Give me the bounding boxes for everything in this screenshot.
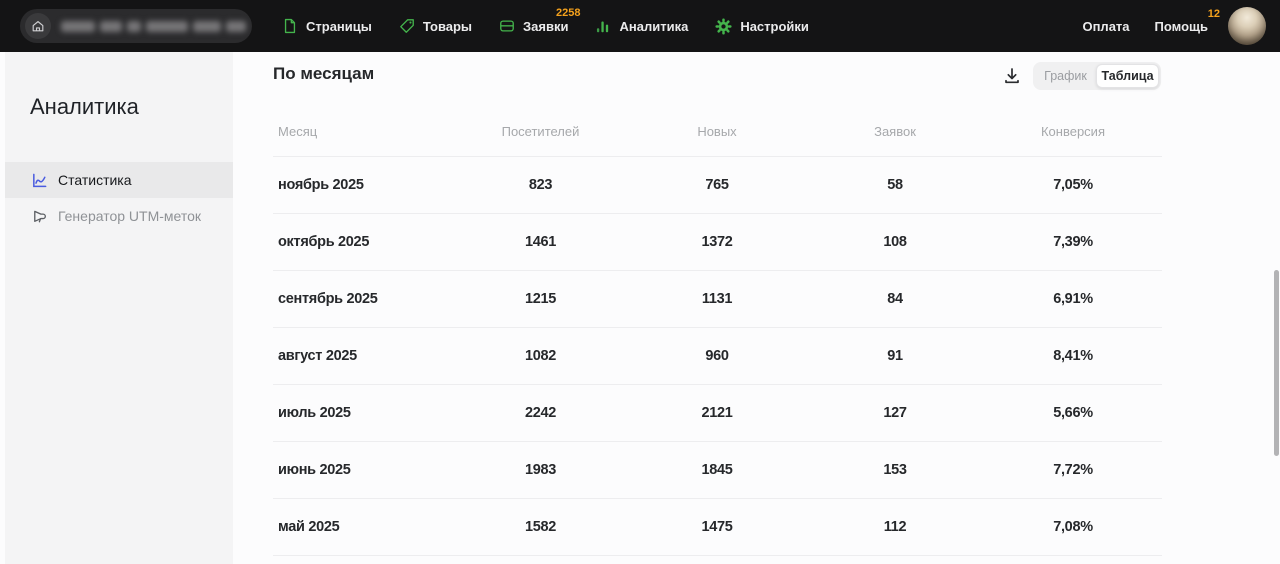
table-row: октябрь 2025 1461 1372 108 7,39% <box>273 213 1162 270</box>
table-row: июль 2025 2242 2121 127 5,66% <box>273 384 1162 441</box>
cell-month: июль 2025 <box>273 405 453 421</box>
toggle-option-graph[interactable]: График <box>1035 65 1096 87</box>
nav-label: Заявки <box>523 19 568 34</box>
cell-new: 765 <box>628 177 806 193</box>
sidebar-title: Аналитика <box>30 94 139 120</box>
nav-item-leads[interactable]: Заявки 2258 <box>499 18 568 34</box>
column-header-month: Месяц <box>273 124 453 139</box>
cell-leads: 84 <box>806 291 984 307</box>
cell-month: октябрь 2025 <box>273 234 453 250</box>
table-row: сентябрь 2025 1215 1131 84 6,91% <box>273 270 1162 327</box>
sidebar-item-statistics[interactable]: Статистика <box>5 162 233 198</box>
cell-month: сентябрь 2025 <box>273 291 453 307</box>
cell-month: август 2025 <box>273 348 453 364</box>
column-header-new: Новых <box>628 124 806 139</box>
table-row: ноябрь 2025 823 765 58 7,05% <box>273 156 1162 213</box>
cell-conversion: 7,05% <box>984 177 1162 193</box>
cell-visitors: 1461 <box>453 234 628 250</box>
help-count-badge: 12 <box>1208 8 1220 20</box>
cell-new: 1372 <box>628 234 806 250</box>
cell-visitors: 823 <box>453 177 628 193</box>
nav-item-pages[interactable]: Страницы <box>282 18 372 34</box>
topbar-right: Оплата Помощь 12 <box>1082 7 1266 45</box>
view-toggle: График Таблица <box>1033 62 1161 90</box>
sidebar-item-label: Статистика <box>58 172 132 188</box>
scrollbar-thumb[interactable] <box>1274 270 1279 456</box>
nav-item-settings[interactable]: Настройки <box>715 18 809 35</box>
cell-visitors: 2242 <box>453 405 628 421</box>
topbar-nav: Страницы Товары Заявки <box>282 18 809 35</box>
cell-visitors: 1983 <box>453 462 628 478</box>
cell-leads: 91 <box>806 348 984 364</box>
topbar: Страницы Товары Заявки <box>0 0 1280 52</box>
nav-item-analytics[interactable]: Аналитика <box>595 18 688 34</box>
leads-icon <box>499 18 515 34</box>
cell-month: июнь 2025 <box>273 462 453 478</box>
cell-new: 2121 <box>628 405 806 421</box>
site-selector-pill[interactable] <box>20 9 252 43</box>
table-body: ноябрь 2025 823 765 58 7,05% октябрь 202… <box>273 156 1162 556</box>
cell-conversion: 5,66% <box>984 405 1162 421</box>
cell-conversion: 6,91% <box>984 291 1162 307</box>
cell-new: 1475 <box>628 519 806 535</box>
cell-visitors: 1082 <box>453 348 628 364</box>
cell-month: май 2025 <box>273 519 453 535</box>
cell-conversion: 7,08% <box>984 519 1162 535</box>
sidebar-item-utm-generator[interactable]: Генератор UTM-меток <box>5 198 233 234</box>
sidebar: Аналитика Статистика <box>0 52 233 564</box>
table-row: июнь 2025 1983 1845 153 7,72% <box>273 441 1162 498</box>
column-header-leads: Заявок <box>806 124 984 139</box>
help-link[interactable]: Помощь 12 <box>1155 19 1208 34</box>
sidebar-item-label: Генератор UTM-меток <box>58 208 201 224</box>
sidebar-menu: Статистика Генератор UTM-меток <box>5 162 233 234</box>
cell-new: 960 <box>628 348 806 364</box>
tag-icon <box>399 18 415 34</box>
leads-count-badge: 2258 <box>556 7 580 19</box>
nav-item-products[interactable]: Товары <box>399 18 472 34</box>
download-icon <box>1002 66 1022 89</box>
cell-leads: 58 <box>806 177 984 193</box>
avatar[interactable] <box>1228 7 1266 45</box>
cell-conversion: 8,41% <box>984 348 1162 364</box>
gear-icon <box>715 18 732 35</box>
home-icon <box>25 13 51 39</box>
cell-conversion: 7,72% <box>984 462 1162 478</box>
nav-label: Аналитика <box>619 19 688 34</box>
help-label: Помощь <box>1155 19 1208 34</box>
megaphone-icon <box>30 208 48 225</box>
column-header-visitors: Посетителей <box>453 124 628 139</box>
cell-leads: 127 <box>806 405 984 421</box>
toggle-option-table[interactable]: Таблица <box>1096 64 1159 88</box>
cell-visitors: 1582 <box>453 519 628 535</box>
monthly-stats-table: Месяц Посетителей Новых Заявок Конверсия… <box>273 106 1162 556</box>
nav-label: Страницы <box>306 19 372 34</box>
main-content: По месяцам График Таблица Месяц Посетите… <box>233 52 1280 564</box>
nav-label: Товары <box>423 19 472 34</box>
app-window: Страницы Товары Заявки <box>0 0 1280 564</box>
page-title: По месяцам <box>273 64 374 84</box>
bar-chart-icon <box>595 18 611 34</box>
table-row: август 2025 1082 960 91 8,41% <box>273 327 1162 384</box>
cell-conversion: 7,39% <box>984 234 1162 250</box>
table-header-row: Месяц Посетителей Новых Заявок Конверсия <box>273 106 1162 156</box>
cell-visitors: 1215 <box>453 291 628 307</box>
nav-label: Настройки <box>740 19 809 34</box>
cell-new: 1845 <box>628 462 806 478</box>
cell-leads: 112 <box>806 519 984 535</box>
pages-icon <box>282 18 298 34</box>
site-url-redacted <box>61 21 246 32</box>
cell-leads: 153 <box>806 462 984 478</box>
payment-link[interactable]: Оплата <box>1082 19 1129 34</box>
line-chart-icon <box>30 172 48 189</box>
table-row: май 2025 1582 1475 112 7,08% <box>273 498 1162 556</box>
download-button[interactable] <box>1001 66 1023 88</box>
cell-leads: 108 <box>806 234 984 250</box>
cell-month: ноябрь 2025 <box>273 177 453 193</box>
column-header-conversion: Конверсия <box>984 124 1162 139</box>
cell-new: 1131 <box>628 291 806 307</box>
